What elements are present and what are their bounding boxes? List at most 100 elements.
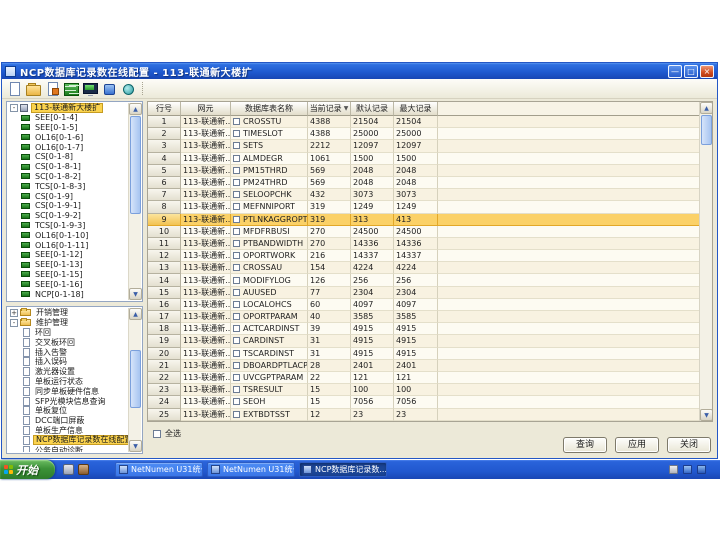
row-checkbox[interactable]: [233, 374, 240, 381]
tree-node[interactable]: OL16[0-1-10]: [8, 230, 128, 240]
row-number-cell[interactable]: 19: [148, 335, 181, 347]
table-row[interactable]: 9113-联通新...PTLNKAGGROPT319313413: [148, 214, 699, 226]
row-number-cell[interactable]: 14: [148, 274, 181, 286]
table-row[interactable]: 13113-联通新...CROSSAU15442244224: [148, 262, 699, 274]
row-checkbox[interactable]: [233, 130, 240, 137]
tree-node[interactable]: CS[0-1-8]: [8, 152, 128, 162]
table-row[interactable]: 4113-联通新...ALMDEGR106115001500: [148, 153, 699, 165]
table-row[interactable]: 8113-联通新...MEFNNIPORT31912491249: [148, 201, 699, 213]
table-row[interactable]: 7113-联通新...SELOOPCHK43230733073: [148, 189, 699, 201]
restore-button[interactable]: □: [684, 65, 698, 78]
row-checkbox[interactable]: [233, 216, 240, 223]
apply-button[interactable]: 应用: [615, 437, 659, 453]
row-number-cell[interactable]: 10: [148, 226, 181, 238]
row-checkbox[interactable]: [233, 277, 240, 284]
row-checkbox[interactable]: [233, 289, 240, 296]
column-header[interactable]: 数据库表名称: [231, 102, 308, 116]
new-file-icon[interactable]: [5, 80, 23, 97]
row-checkbox[interactable]: [233, 167, 240, 174]
table-row[interactable]: 20113-联通新...TSCARDINST3149154915: [148, 348, 699, 360]
tree-node[interactable]: CS[0-1-9-1]: [8, 201, 128, 211]
row-number-cell[interactable]: 17: [148, 311, 181, 323]
tray-app-icon[interactable]: [697, 465, 706, 474]
table-row[interactable]: 5113-联通新...PM15THRD56920482048: [148, 165, 699, 177]
row-number-cell[interactable]: 3: [148, 140, 181, 152]
table-row[interactable]: 6113-联通新...PM24THRD56920482048: [148, 177, 699, 189]
scroll-up-icon[interactable]: ▲: [700, 102, 713, 114]
close-dialog-button[interactable]: 关闭: [667, 437, 711, 453]
table-row[interactable]: 12113-联通新...OPORTWORK2161433714337: [148, 250, 699, 262]
table-row[interactable]: 22113-联通新...UVCGPTPARAM22121121: [148, 372, 699, 384]
row-number-cell[interactable]: 24: [148, 396, 181, 408]
tree-node[interactable]: CS[0-1-8-1]: [8, 162, 128, 172]
chart-icon[interactable]: [100, 80, 118, 97]
row-checkbox[interactable]: [233, 118, 240, 125]
table-row[interactable]: 24113-联通新...SEOH1570567056: [148, 396, 699, 408]
row-checkbox[interactable]: [233, 350, 240, 357]
tree-node[interactable]: TCS[0-1-9-3]: [8, 221, 128, 231]
tree-node[interactable]: NCP[0-1-18]: [8, 289, 128, 299]
row-number-cell[interactable]: 22: [148, 372, 181, 384]
collapse-toggle-icon[interactable]: -: [10, 104, 18, 112]
settings-icon[interactable]: [119, 80, 137, 97]
monitor-icon[interactable]: [81, 80, 99, 97]
table-row[interactable]: 17113-联通新...OPORTPARAM4035853585: [148, 311, 699, 323]
scrollbar-thumb[interactable]: [701, 115, 712, 145]
tree-node[interactable]: TCS[0-1-8-3]: [8, 181, 128, 191]
table-row[interactable]: 14113-联通新...MODIFYLOG126256256: [148, 274, 699, 286]
taskbar-task-button[interactable]: NetNumen U31统一...: [115, 462, 203, 477]
scroll-down-icon[interactable]: ▼: [129, 288, 142, 300]
row-checkbox[interactable]: [233, 252, 240, 259]
table-row[interactable]: 16113-联通新...LOCALOHCS6040974097: [148, 299, 699, 311]
scroll-down-icon[interactable]: ▼: [129, 440, 142, 452]
row-checkbox[interactable]: [233, 264, 240, 271]
expand-toggle-icon[interactable]: +: [10, 309, 18, 317]
tree-node[interactable]: 单板生产信息: [8, 426, 128, 436]
row-checkbox[interactable]: [233, 313, 240, 320]
row-checkbox[interactable]: [233, 191, 240, 198]
row-checkbox[interactable]: [233, 179, 240, 186]
tree-node[interactable]: SEE[0-1-5]: [8, 123, 128, 133]
tree-node[interactable]: SC[0-1-8-2]: [8, 172, 128, 182]
tray-network-icon[interactable]: [683, 465, 692, 474]
ne-tree-scrollbar[interactable]: ▲ ▼: [128, 103, 141, 300]
row-number-cell[interactable]: 23: [148, 384, 181, 396]
row-checkbox[interactable]: [233, 411, 240, 418]
row-number-cell[interactable]: 25: [148, 409, 181, 421]
scroll-down-icon[interactable]: ▼: [700, 409, 713, 421]
scrollbar-thumb[interactable]: [130, 350, 141, 408]
row-checkbox[interactable]: [233, 386, 240, 393]
quicklaunch-app-icon[interactable]: [78, 464, 89, 475]
row-number-cell[interactable]: 12: [148, 250, 181, 262]
table-row[interactable]: 1113-联通新...CROSSTU43882150421504: [148, 116, 699, 128]
table-row[interactable]: 10113-联通新...MFDFRBUSI2702450024500: [148, 226, 699, 238]
row-number-cell[interactable]: 18: [148, 323, 181, 335]
column-header[interactable]: 网元: [181, 102, 231, 116]
column-header[interactable]: 最大记录: [394, 102, 438, 116]
tree-node[interactable]: SEE[0-1-13]: [8, 260, 128, 270]
row-number-cell[interactable]: 15: [148, 287, 181, 299]
tree-section[interactable]: -维护管理: [8, 318, 128, 328]
table-row[interactable]: 21113-联通新...DBOARDPTLACP2824012401: [148, 360, 699, 372]
tree-node[interactable]: OL16[0-1-6]: [8, 132, 128, 142]
table-row[interactable]: 2113-联通新...TIMESLOT43882500025000: [148, 128, 699, 140]
collapse-toggle-icon[interactable]: -: [10, 319, 18, 327]
close-button[interactable]: ×: [700, 65, 714, 78]
row-checkbox[interactable]: [233, 228, 240, 235]
column-header[interactable]: 当前记录▼: [308, 102, 351, 116]
function-tree-scrollbar[interactable]: ▲ ▼: [128, 308, 141, 452]
tray-status-icon[interactable]: [669, 465, 678, 474]
row-checkbox[interactable]: [233, 155, 240, 162]
table-row[interactable]: 25113-联通新...EXTBDTSST122323: [148, 409, 699, 421]
row-number-cell[interactable]: 16: [148, 299, 181, 311]
table-scrollbar[interactable]: ▲ ▼: [699, 102, 712, 421]
row-number-cell[interactable]: 9: [148, 214, 181, 226]
minimize-button[interactable]: —: [668, 65, 682, 78]
scroll-up-icon[interactable]: ▲: [129, 308, 142, 320]
table-icon[interactable]: [62, 80, 80, 97]
query-button[interactable]: 查询: [563, 437, 607, 453]
tree-node[interactable]: SEE[0-1-16]: [8, 279, 128, 289]
tree-node[interactable]: OL16[0-1-7]: [8, 142, 128, 152]
table-row[interactable]: 18113-联通新...ACTCARDINST3949154915: [148, 323, 699, 335]
row-checkbox[interactable]: [233, 142, 240, 149]
